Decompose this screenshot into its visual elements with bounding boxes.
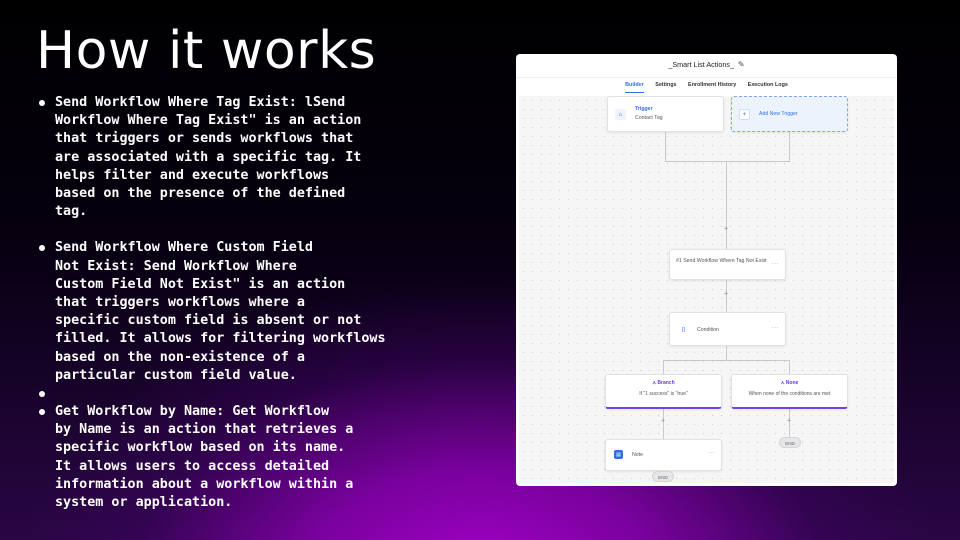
trigger-card[interactable]: ⌂ Trigger Contact Tag [607,96,724,132]
branch-icon: ⋏ [652,380,657,386]
condition-card[interactable]: {} Condition ··· [669,312,786,346]
more-options-icon[interactable]: ··· [708,450,716,456]
tab-builder[interactable]: Builder [625,78,644,93]
add-step-plus-icon[interactable]: + [724,226,728,233]
tag-icon: ⌂ [615,109,626,120]
bullet-list: Send Workflow Where Tag Exist: lSend Wor… [36,94,416,512]
trigger-value: Contact Tag [635,115,663,121]
trigger-label: Trigger [635,106,653,112]
connector [726,161,727,249]
branch-icon: ⋏ [780,380,785,386]
note-label: Note [632,452,643,458]
bullet-send-workflow-custom-field: Send Workflow Where Custom Field Not Exi… [36,239,416,385]
branch-title: Branch [657,380,675,386]
workflow-header: _Smart List Actions_ ✎ [516,54,897,78]
code-braces-icon: {} [681,326,686,333]
edit-pencil-icon[interactable]: ✎ [738,60,745,69]
workflow-title: _Smart List Actions_ [668,60,734,69]
none-branch-description: When none of the conditions are met [748,391,831,397]
note-icon: ▤ [614,450,623,459]
bullet-get-workflow-by-name: Get Workflow by Name: Get Workflow by Na… [36,403,416,512]
add-step-plus-icon[interactable]: + [661,418,665,425]
connector [665,132,666,161]
connector [663,360,790,361]
connector [726,346,727,360]
slide-title: How it works [36,21,377,81]
add-step-plus-icon[interactable]: + [724,291,728,298]
more-options-icon[interactable]: ··· [772,325,780,331]
branch-card[interactable]: ⋏ Branch If "1 success" is "true" [605,374,722,409]
connector [665,161,790,162]
none-branch-card[interactable]: ⋏ None When none of the conditions are m… [731,374,848,409]
connector [663,360,664,374]
branch-description: If "1 success" is "true" [639,391,688,397]
action-step-card[interactable]: #1 Send Workflow Where Tag Not Exist ··· [669,249,786,280]
end-pill: END [652,471,674,482]
add-trigger-label: Add New Trigger [759,111,798,117]
end-pill: END [779,437,801,448]
tab-execution-logs[interactable]: Execution Logs [748,78,788,92]
note-card[interactable]: ▤ Note ··· [605,439,722,471]
tab-bar: Builder Settings Enrollment History Exec… [516,78,897,96]
plus-icon: + [739,109,750,120]
condition-label: Condition [697,327,719,333]
none-branch-title: None [785,380,799,386]
tab-settings[interactable]: Settings [655,78,676,92]
more-options-icon[interactable]: ··· [772,261,780,267]
bullet-send-workflow-tag: Send Workflow Where Tag Exist: lSend Wor… [36,94,416,221]
add-step-plus-icon[interactable]: + [787,418,791,425]
connector [789,132,790,161]
workflow-builder-screenshot: _Smart List Actions_ ✎ Builder Settings E… [516,54,897,486]
builder-canvas[interactable]: + + + + ⌂ Trigger Contact Tag + Add New … [519,96,894,483]
bullet-empty [36,385,416,403]
connector [789,360,790,374]
tab-enrollment-history[interactable]: Enrollment History [688,78,736,92]
action-step-label: #1 Send Workflow Where Tag Not Exist [676,258,767,264]
add-new-trigger-card[interactable]: + Add New Trigger [731,96,848,132]
